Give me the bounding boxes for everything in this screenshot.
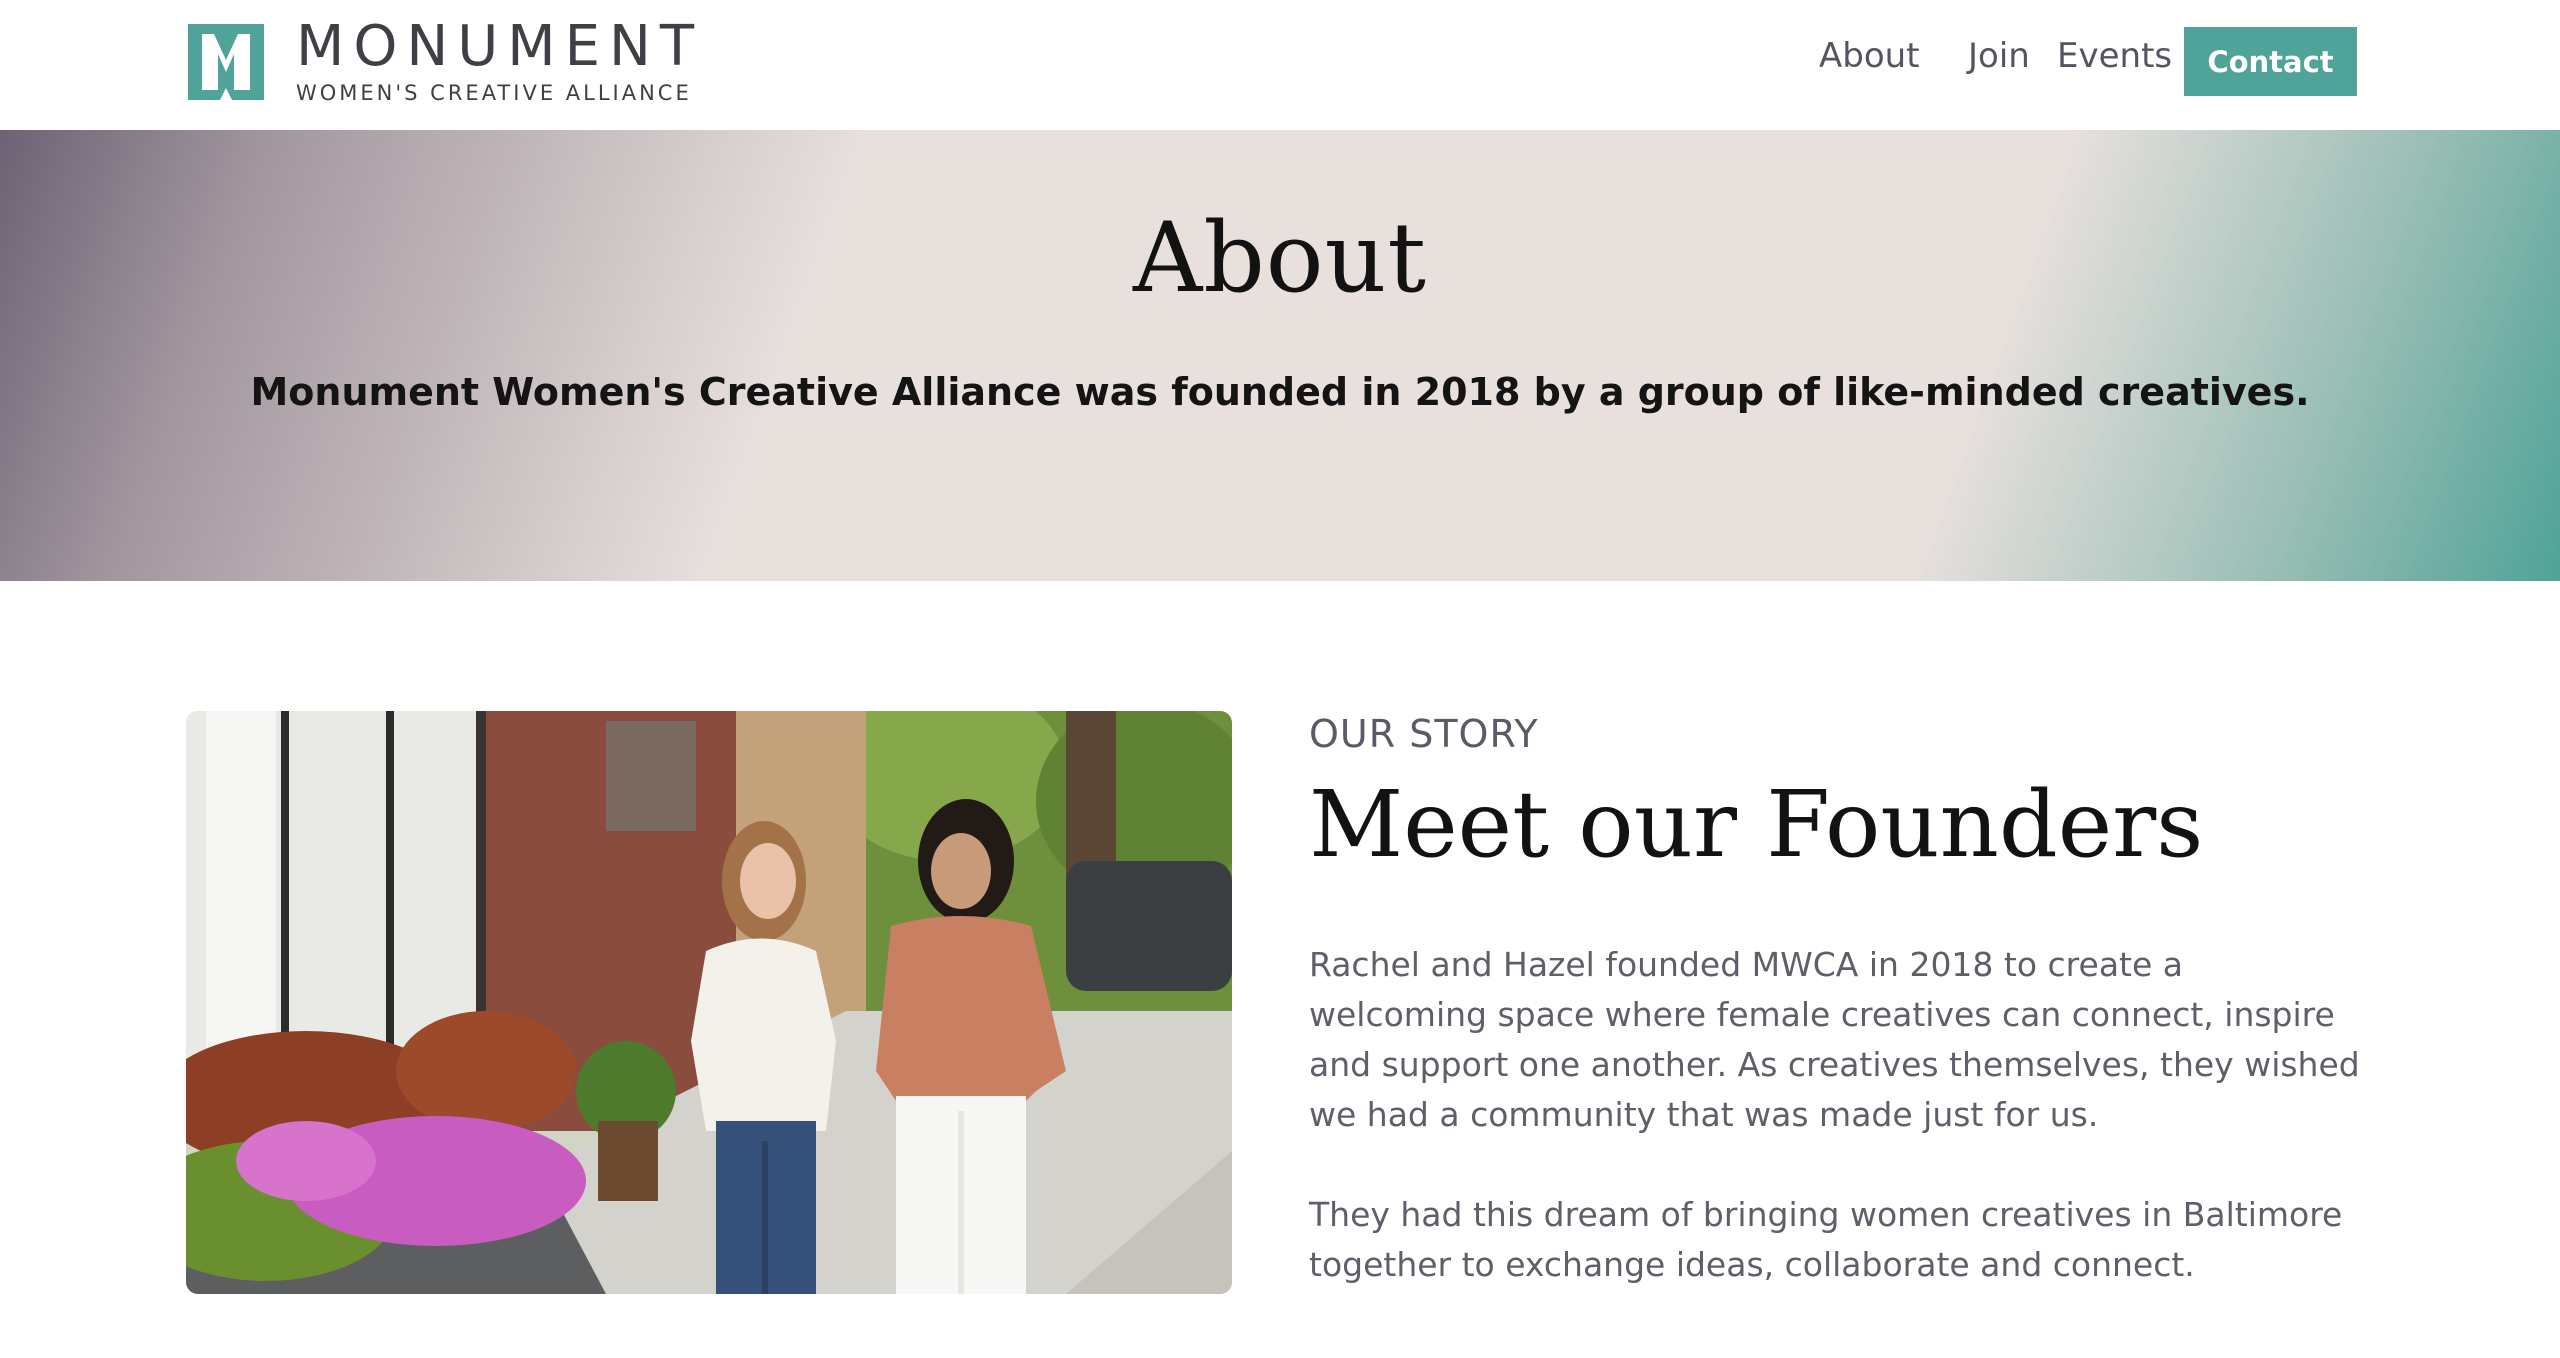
our-story-section: OUR STORY Meet our Founders Rachel and H…	[1309, 712, 2369, 1290]
section-eyebrow: OUR STORY	[1309, 712, 1539, 756]
monument-logo-icon	[188, 24, 264, 100]
logo-text: MONUMENT WOMEN'S CREATIVE ALLIANCE	[296, 14, 704, 106]
site-header: MONUMENT WOMEN'S CREATIVE ALLIANCE About…	[0, 0, 2560, 130]
site-logo[interactable]: MONUMENT WOMEN'S CREATIVE ALLIANCE	[188, 19, 703, 105]
founders-photo-icon	[186, 711, 1232, 1294]
founders-photo	[186, 711, 1232, 1294]
nav-about-link[interactable]: About	[1819, 36, 1920, 76]
logo-title: MONUMENT	[296, 14, 704, 79]
logo-tagline: WOMEN'S CREATIVE ALLIANCE	[296, 81, 692, 105]
contact-button[interactable]: Contact	[2184, 27, 2357, 96]
section-title: Meet our Founders	[1309, 771, 2204, 878]
story-paragraph: They had this dream of bringing women cr…	[1309, 1195, 2343, 1284]
nav-join-link[interactable]: Join	[1968, 36, 2030, 76]
nav-events-link[interactable]: Events	[2057, 36, 2172, 76]
story-paragraph: Rachel and Hazel founded MWCA in 2018 to…	[1309, 945, 2360, 1134]
hero-subtitle: Monument Women's Creative Alliance was f…	[250, 370, 2310, 414]
page-title: About	[1133, 202, 1427, 314]
hero-banner: About Monument Women's Creative Alliance…	[0, 130, 2560, 581]
